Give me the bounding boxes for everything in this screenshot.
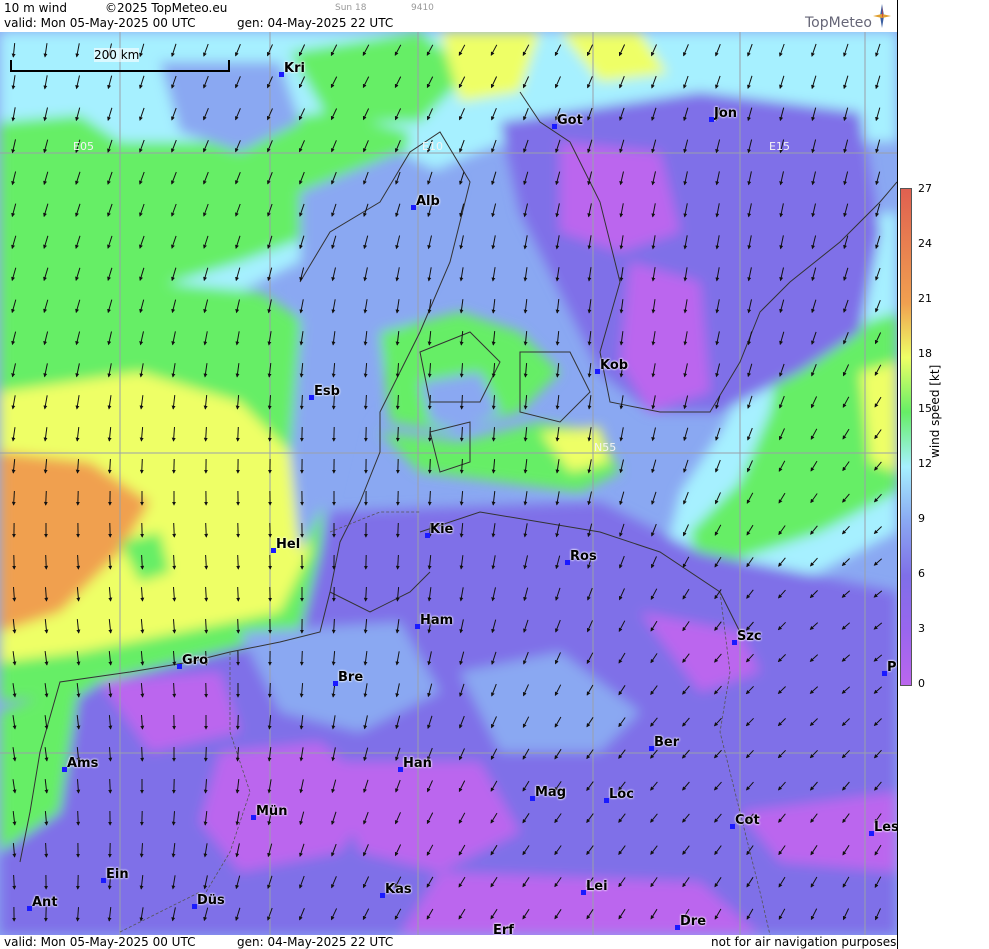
grid-label-n55: N55	[594, 441, 617, 454]
grid-label-e10: E10	[422, 140, 443, 153]
city-marker[interactable]: Hel	[271, 537, 300, 553]
city-marker[interactable]: Mag	[530, 785, 566, 801]
wind-arrow	[427, 426, 432, 442]
city-marker[interactable]: Les	[869, 820, 897, 836]
city-marker[interactable]: Kas	[380, 882, 412, 898]
legend-tick: 3	[918, 622, 925, 635]
sun-info: Sun 18	[335, 3, 367, 13]
legend-tick: 27	[918, 182, 932, 195]
brand-logo: TopMeteo	[805, 15, 872, 31]
wind-arrow	[139, 458, 144, 474]
legend-tick: 24	[918, 237, 932, 250]
footer-gen-time: gen: 04-May-2025 22 UTC	[237, 935, 394, 949]
color-bar	[900, 188, 912, 686]
city-marker[interactable]: Szc	[732, 629, 762, 645]
wind-arrow	[235, 426, 240, 442]
wind-arrow	[236, 554, 241, 570]
city-marker[interactable]: Mün	[251, 804, 287, 820]
city-marker[interactable]: Lei	[581, 879, 608, 895]
legend-tick: 18	[918, 347, 932, 360]
scale-label: 200 km	[94, 48, 140, 62]
legend-tick: 9	[918, 512, 925, 525]
code-info: 9410	[411, 3, 434, 13]
wind-field	[0, 32, 897, 935]
gen-time: gen: 04-May-2025 22 UTC	[237, 16, 394, 30]
copyright: ©2025 TopMeteo.eu	[105, 1, 228, 15]
city-marker[interactable]: Ein	[101, 867, 129, 883]
wind-arrow	[267, 426, 272, 442]
grid-label-e05: E05	[73, 140, 94, 153]
city-marker[interactable]: Esb	[309, 384, 340, 400]
wind-arrow	[427, 458, 432, 474]
city-marker[interactable]: Han	[398, 756, 432, 772]
grid-label-e15: E15	[769, 140, 790, 153]
city-marker[interactable]: Ant	[27, 895, 58, 911]
legend-title: wind speed [kt]	[928, 364, 942, 458]
footer-valid-time: valid: Mon 05-May-2025 00 UTC	[4, 935, 196, 949]
legend-tick: 21	[918, 292, 932, 305]
city-marker[interactable]: P	[882, 660, 897, 676]
city-marker[interactable]: Düs	[192, 893, 225, 909]
city-marker[interactable]: Ham	[415, 613, 453, 629]
city-marker[interactable]: Jon	[709, 106, 737, 122]
city-marker[interactable]: Ros	[565, 549, 597, 565]
wind-arrow	[203, 746, 208, 762]
legend-tick: 0	[918, 677, 925, 690]
valid-time: valid: Mon 05-May-2025 00 UTC	[4, 16, 196, 30]
city-marker[interactable]: Erf	[493, 923, 514, 935]
wind-arrow	[236, 586, 241, 602]
city-marker[interactable]: Ber	[649, 735, 679, 751]
wind-arrow	[267, 682, 272, 698]
city-marker[interactable]: Kob	[595, 358, 628, 374]
city-marker[interactable]: Cot	[730, 813, 760, 829]
map-footer: valid: Mon 05-May-2025 00 UTC gen: 04-Ma…	[0, 935, 897, 949]
legend-tick: 6	[918, 567, 925, 580]
city-marker[interactable]: Loc	[604, 787, 634, 803]
wind-arrow	[76, 810, 81, 826]
city-marker[interactable]: Ams	[62, 756, 98, 772]
wind-arrow	[395, 426, 400, 442]
city-marker[interactable]: Bre	[333, 670, 363, 686]
disclaimer: not for air navigation purposes	[711, 935, 897, 949]
city-marker[interactable]: Dre	[675, 914, 706, 930]
wind-arrow	[204, 522, 209, 538]
wind-arrow	[236, 618, 241, 634]
city-marker[interactable]: Gro	[177, 653, 208, 669]
wind-arrow	[172, 522, 177, 538]
city-marker[interactable]: Alb	[411, 194, 440, 210]
city-marker[interactable]: Kie	[425, 522, 453, 538]
wind-arrow	[395, 522, 400, 538]
wind-arrow	[44, 554, 49, 570]
wind-arrow	[299, 650, 304, 666]
city-marker[interactable]: Got	[552, 113, 583, 129]
wind-arrow	[108, 778, 113, 794]
wind-map[interactable]: E05 E10 E15 N55 200 km Kri Got Jon Alb E…	[0, 32, 897, 935]
wind-arrow	[140, 746, 145, 762]
compass-icon	[873, 4, 891, 28]
legend-tick: 12	[918, 457, 932, 470]
city-marker[interactable]: Kri	[279, 61, 305, 77]
map-header: 10 m wind ©2025 TopMeteo.eu Sun 18 9410 …	[0, 0, 897, 32]
wind-arrow	[43, 490, 48, 506]
wind-arrow	[235, 714, 240, 730]
product-title: 10 m wind	[4, 1, 67, 15]
scale-bar: 200 km	[10, 48, 230, 72]
